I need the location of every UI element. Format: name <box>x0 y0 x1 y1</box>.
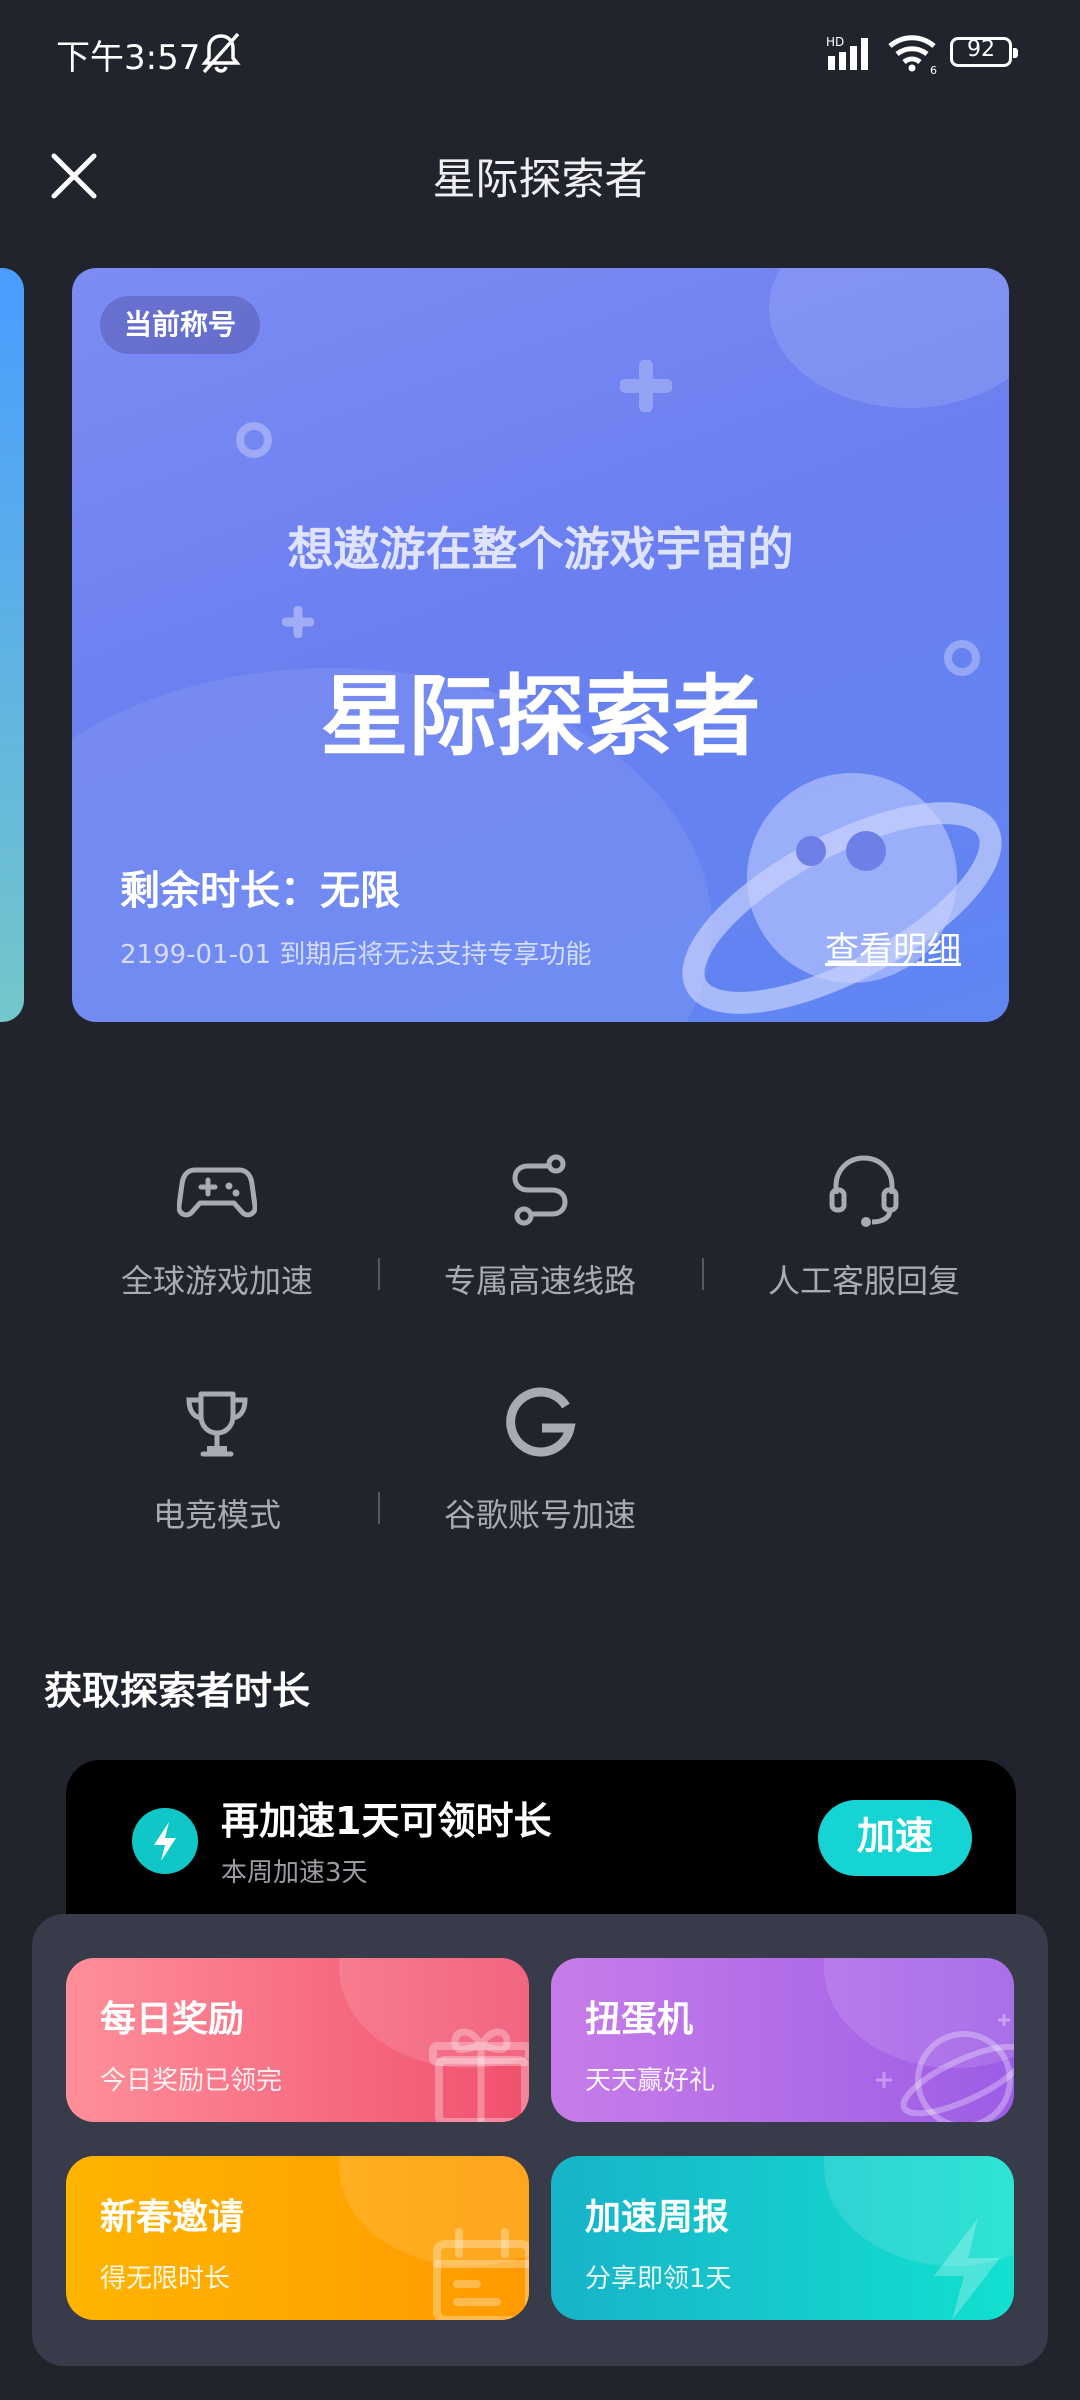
wifi-icon: 6 <box>888 35 937 74</box>
feature-label: 人工客服回复 <box>767 1262 960 1300</box>
card-decoration <box>769 268 1009 408</box>
plus-decoration-icon <box>282 606 314 638</box>
feature-global-acceleration[interactable]: 全球游戏加速 <box>57 1150 377 1302</box>
remaining-time: 剩余时长：无限 <box>120 868 400 914</box>
tile-weekly-report[interactable]: 加速周报 分享即领1天 <box>551 2156 1014 2320</box>
section-title: 获取探索者时长 <box>44 1669 311 1713</box>
battery-level: 92 <box>967 37 995 62</box>
tile-subtitle: 得无限时长 <box>100 2264 231 2294</box>
tile-subtitle: 今日奖励已领完 <box>100 2066 283 2096</box>
tile-subtitle: 分享即领1天 <box>585 2264 732 2294</box>
signal-icon: HD <box>826 35 868 70</box>
mute-bell-icon <box>201 32 241 74</box>
bolt-icon <box>934 2218 1000 2320</box>
trophy-icon <box>186 1391 248 1457</box>
tile-title: 每日奖励 <box>100 1999 245 2040</box>
gift-icon <box>429 2028 529 2122</box>
tile-title: 加速周报 <box>585 2197 730 2238</box>
tile-subtitle: 天天赢好礼 <box>585 2066 716 2096</box>
title-card[interactable]: 当前称号 想遨游在整个游戏宇宙的 星际探索者 剩余时长：无限 2199-01-0… <box>72 268 1009 1022</box>
tile-title: 扭蛋机 <box>585 1999 694 2040</box>
tile-title: 新春邀请 <box>100 2197 245 2238</box>
feature-label: 电竞模式 <box>152 1496 281 1534</box>
previous-title-card[interactable] <box>0 268 24 1022</box>
task-subtitle: 本周加速3天 <box>221 1858 368 1888</box>
current-title-badge: 当前称号 <box>100 296 261 354</box>
google-icon <box>506 1387 576 1457</box>
svg-text:6: 6 <box>930 64 937 74</box>
feature-label: 谷歌账号加速 <box>443 1496 636 1534</box>
expire-note: 2199-01-01 到期后将无法支持专享功能 <box>120 940 592 970</box>
status-bar: 下午3:57 HD 6 92 <box>0 0 1080 110</box>
accelerate-button[interactable]: 加速 <box>818 1800 972 1876</box>
feature-customer-service[interactable]: 人工客服回复 <box>704 1150 1024 1302</box>
page-title: 星际探索者 <box>432 155 648 205</box>
bolt-icon <box>132 1808 198 1874</box>
tile-daily-reward[interactable]: 每日奖励 今日奖励已领完 <box>66 1958 529 2122</box>
calendar-icon <box>433 2228 529 2320</box>
title-subtitle: 想遨游在整个游戏宇宙的 <box>287 522 794 576</box>
feature-esports-mode[interactable]: 电竞模式 <box>57 1384 377 1536</box>
status-time: 下午3:57 <box>56 38 201 78</box>
gamepad-icon <box>177 1167 257 1218</box>
ring-decoration-icon <box>236 422 272 458</box>
headset-icon <box>829 1155 899 1227</box>
tile-spring-invite[interactable]: 新春邀请 得无限时长 <box>66 2156 529 2320</box>
battery-icon: 92 <box>950 37 1018 67</box>
route-icon <box>512 1154 568 1226</box>
feature-label: 全球游戏加速 <box>120 1262 313 1300</box>
view-detail-link[interactable]: 查看明细 <box>825 922 961 971</box>
feature-dedicated-route[interactable]: 专属高速线路 <box>380 1150 700 1302</box>
feature-label: 专属高速线路 <box>443 1262 636 1300</box>
plus-decoration-icon <box>620 360 672 412</box>
rewards-panel: 每日奖励 今日奖励已领完 扭蛋机 天天赢好礼 新春邀请 得无限时长 加速周报 分… <box>32 1914 1048 2366</box>
planet-icon <box>876 2014 1014 2122</box>
tile-gacha[interactable]: 扭蛋机 天天赢好礼 <box>551 1958 1014 2122</box>
feature-google-account[interactable]: 谷歌账号加速 <box>380 1384 700 1536</box>
planet-mascot-icon <box>682 773 1002 1014</box>
svg-text:HD: HD <box>826 35 844 49</box>
task-title: 再加速1天可领时长 <box>221 1799 552 1843</box>
